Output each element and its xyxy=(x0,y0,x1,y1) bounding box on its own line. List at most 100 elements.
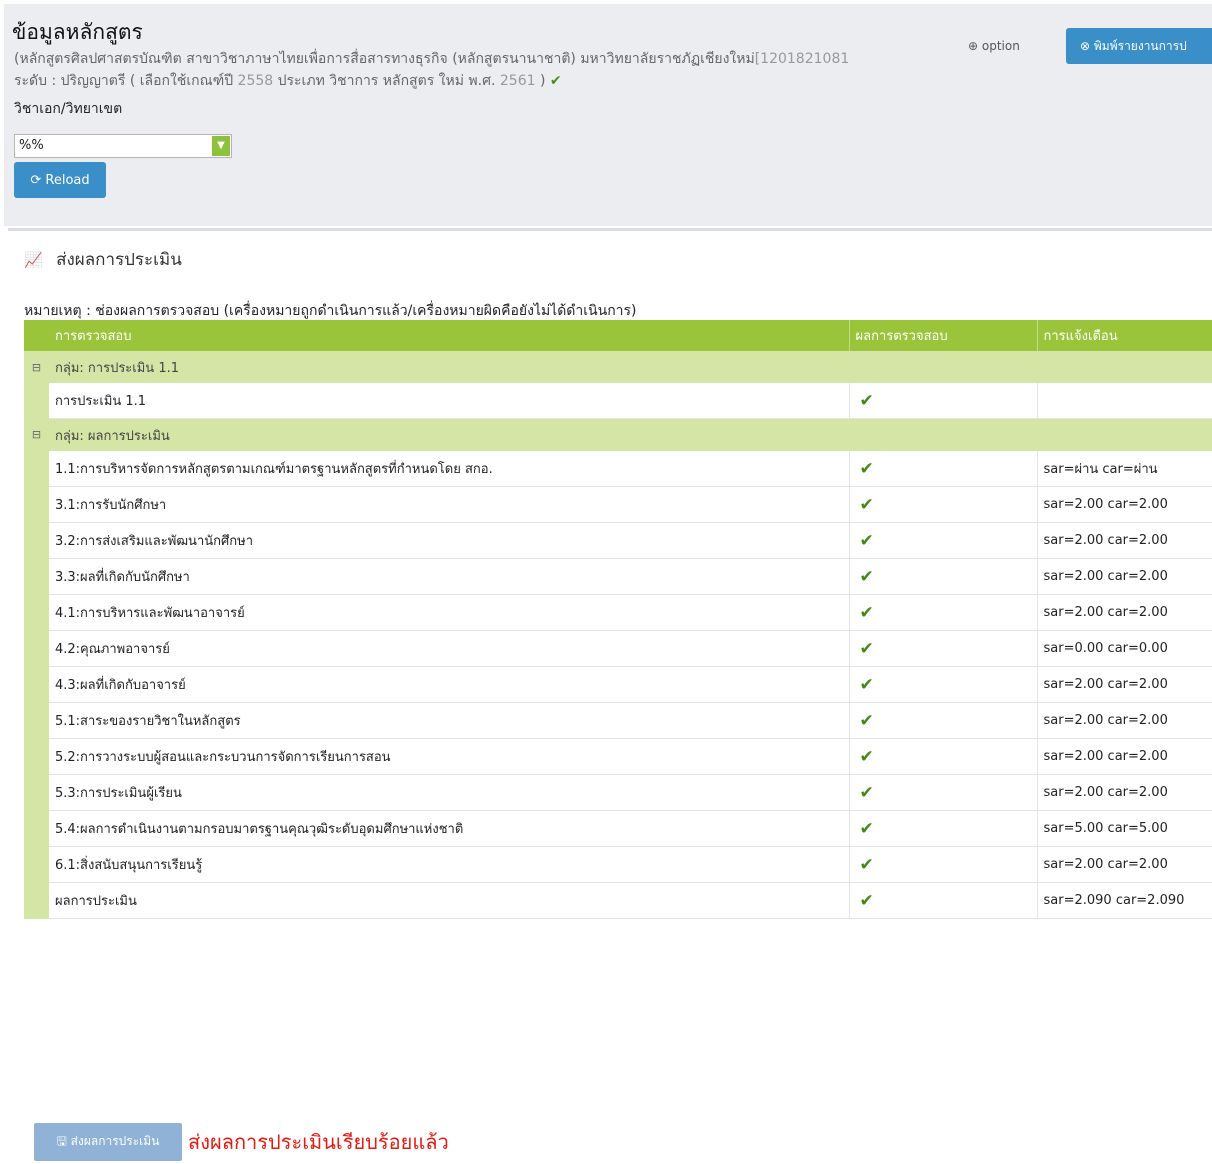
row-gutter xyxy=(24,558,49,595)
collapse-icon[interactable]: ⊟ xyxy=(24,351,49,383)
alert-value: sar=2.090 car=2.090 xyxy=(1037,882,1212,919)
column-check-item[interactable]: การตรวจสอบ xyxy=(49,320,850,351)
check-item: 5.2:การวางระบบผู้สอนและกระบวนการจัดการเร… xyxy=(49,738,850,775)
table-row: 5.2:การวางระบบผู้สอนและกระบวนการจัดการเร… xyxy=(24,738,1212,775)
check-result-icon: ✔ xyxy=(849,594,1038,631)
check-item: 6.1:สิ่งสนับสนุนการเรียนรู้ xyxy=(49,846,850,883)
major-select-value: %% xyxy=(19,138,44,153)
check-item: 3.3:ผลที่เกิดกับนักศึกษา xyxy=(49,558,850,595)
check-result-icon: ✔ xyxy=(849,486,1038,523)
check-result-icon: ✔ xyxy=(849,774,1038,811)
alert-value: sar=2.00 car=2.00 xyxy=(1037,486,1212,523)
alert-value: sar=2.00 car=2.00 xyxy=(1037,666,1212,703)
row-gutter xyxy=(24,594,49,631)
criteria-year: 2558 xyxy=(237,73,274,89)
table-row: 1.1:การบริหารจัดการหลักสูตรตามเกณฑ์มาตรฐ… xyxy=(24,451,1212,487)
check-item: 4.1:การบริหารและพัฒนาอาจารย์ xyxy=(49,594,850,631)
check-result-icon: ✔ xyxy=(849,702,1038,739)
table-row: ผลการประเมิน ✔ sar=2.090 car=2.090 xyxy=(24,882,1212,919)
submit-status-text: ส่งผลการประเมินเรียบร้อยแล้ว xyxy=(188,1130,449,1154)
check-result-icon: ✔ xyxy=(849,810,1038,847)
check-result-icon: ✔ xyxy=(849,738,1038,775)
chevron-down-icon[interactable]: ▼ xyxy=(212,136,230,156)
check-result-icon: ✔ xyxy=(849,846,1038,883)
program-line: (หลักสูตรศิลปศาสตรบัณฑิต สาขาวิชาภาษาไทย… xyxy=(14,48,849,70)
check-item: 1.1:การบริหารจัดการหลักสูตรตามเกณฑ์มาตรฐ… xyxy=(49,451,850,487)
page-title: ข้อมูลหลักสูตร xyxy=(12,20,143,44)
level-line: ระดับ : ปริญญาตรี ( เลือกใช้เกณฑ์ปี 2558… xyxy=(14,70,562,92)
course-info-panel: ข้อมูลหลักสูตร (หลักสูตรศิลปศาสตรบัณฑิต … xyxy=(4,4,1212,226)
row-gutter xyxy=(24,846,49,883)
table-row: 3.2:การส่งเสริมและพัฒนานักศึกษา ✔ sar=2.00… xyxy=(24,522,1212,559)
check-item: 5.1:สาระของรายวิชาในหลักสูตร xyxy=(49,702,850,739)
alert-value: sar=ผ่าน car=ผ่าน xyxy=(1037,451,1212,487)
table-row: 3.3:ผลที่เกิดกับนักศึกษา ✔ sar=2.00 car=2.… xyxy=(24,558,1212,595)
check-result-icon: ✔ xyxy=(849,558,1038,595)
row-gutter xyxy=(24,702,49,739)
collapse-icon[interactable]: ⊟ xyxy=(24,418,49,451)
option-link[interactable]: ⊕ option xyxy=(968,39,1020,53)
save-icon: 🖫 xyxy=(56,1133,67,1148)
group-label: กลุ่ม: การประเมิน 1.1 xyxy=(49,351,1212,383)
check-item: 3.2:การส่งเสริมและพัฒนานักศึกษา xyxy=(49,522,850,559)
check-item: ผลการประเมิน xyxy=(49,882,850,919)
alert-value: sar=2.00 car=2.00 xyxy=(1037,558,1212,595)
column-check-result[interactable]: ผลการตรวจสอบ xyxy=(849,320,1038,351)
print-report-button[interactable]: ⊗ พิมพ์รายงานการป xyxy=(1066,28,1212,64)
submit-assessment-label: ส่งผลการประเมิน xyxy=(70,1133,160,1148)
check-item: 4.2:คุณภาพอาจารย์ xyxy=(49,630,850,667)
header-gutter xyxy=(24,320,49,351)
row-gutter xyxy=(24,738,49,775)
level-suffix: ) xyxy=(539,73,546,89)
option-label: option xyxy=(981,39,1020,53)
check-item: การประเมิน 1.1 xyxy=(49,383,850,419)
check-result-icon: ✔ xyxy=(849,630,1038,667)
alert-value: sar=2.00 car=2.00 xyxy=(1037,702,1212,739)
check-icon: ✔ xyxy=(549,73,562,89)
row-gutter xyxy=(24,774,49,811)
program-year: 2561 xyxy=(499,73,536,89)
table-row: 4.1:การบริหารและพัฒนาอาจารย์ ✔ sar=2.00 ca… xyxy=(24,594,1212,631)
table-row: 5.4:ผลการดำเนินงานตามกรอบมาตรฐานคุณวุฒิร… xyxy=(24,810,1212,847)
table-row: 3.1:การรับนักศึกษา ✔ sar=2.00 car=2.00 xyxy=(24,486,1212,523)
alert-value: sar=2.00 car=2.00 xyxy=(1037,522,1212,559)
submit-assessment-button[interactable]: 🖫 ส่งผลการประเมิน xyxy=(34,1123,182,1161)
alert-value: sar=0.00 car=0.00 xyxy=(1037,630,1212,667)
row-gutter xyxy=(24,630,49,667)
check-result-icon: ✔ xyxy=(849,451,1038,487)
close-circle-icon: ⊗ xyxy=(1080,38,1091,53)
dashboard-icon: ⊕ xyxy=(968,39,979,53)
line-chart-icon: 📈 xyxy=(24,251,43,269)
row-gutter xyxy=(24,383,49,419)
alert-value: sar=2.00 car=2.00 xyxy=(1037,774,1212,811)
major-label: วิชาเอก/วิทยาเขต xyxy=(14,101,123,117)
group-row-assessment-1-1[interactable]: ⊟ กลุ่ม: การประเมิน 1.1 xyxy=(24,351,1212,383)
table-row: การประเมิน 1.1 ✔ xyxy=(24,383,1212,419)
table-row: 5.1:สาระของรายวิชาในหลักสูตร ✔ sar=2.00 ca… xyxy=(24,702,1212,739)
major-select[interactable]: %% ▼ xyxy=(14,134,232,158)
refresh-icon: ⟳ xyxy=(30,172,42,188)
program-name: (หลักสูตรศิลปศาสตรบัณฑิต สาขาวิชาภาษาไทย… xyxy=(14,51,755,67)
section-divider xyxy=(8,228,1212,231)
check-result-icon: ✔ xyxy=(849,666,1038,703)
row-gutter xyxy=(24,522,49,559)
check-item: 5.3:การประเมินผู้เรียน xyxy=(49,774,850,811)
check-item: 4.3:ผลที่เกิดกับอาจารย์ xyxy=(49,666,850,703)
check-result-icon: ✔ xyxy=(849,882,1038,919)
column-alert[interactable]: การแจ้งเตือน xyxy=(1037,320,1212,351)
check-item: 3.1:การรับนักศึกษา xyxy=(49,486,850,523)
check-result-icon: ✔ xyxy=(849,522,1038,559)
level-prefix: ระดับ : ปริญญาตรี ( เลือกใช้เกณฑ์ปี xyxy=(14,73,234,89)
table-row: 5.3:การประเมินผู้เรียน ✔ sar=2.00 car=2.00 xyxy=(24,774,1212,811)
section-heading: 📈 ส่งผลการประเมิน xyxy=(24,246,182,273)
section-title-text: ส่งผลการประเมิน xyxy=(56,250,182,270)
alert-value: sar=2.00 car=2.00 xyxy=(1037,738,1212,775)
reload-label: Reload xyxy=(45,172,90,188)
row-gutter xyxy=(24,451,49,487)
table-row: 4.2:คุณภาพอาจารย์ ✔ sar=0.00 car=0.00 xyxy=(24,630,1212,667)
table-header-row: การตรวจสอบ ผลการตรวจสอบ การแจ้งเตือน xyxy=(24,320,1212,351)
assessment-table: การตรวจสอบ ผลการตรวจสอบ การแจ้งเตือน ⊟ ก… xyxy=(24,320,1212,919)
reload-button[interactable]: ⟳ Reload xyxy=(14,162,106,198)
group-row-results[interactable]: ⊟ กลุ่ม: ผลการประเมิน xyxy=(24,418,1212,451)
program-code: [1201821081 xyxy=(754,51,850,67)
